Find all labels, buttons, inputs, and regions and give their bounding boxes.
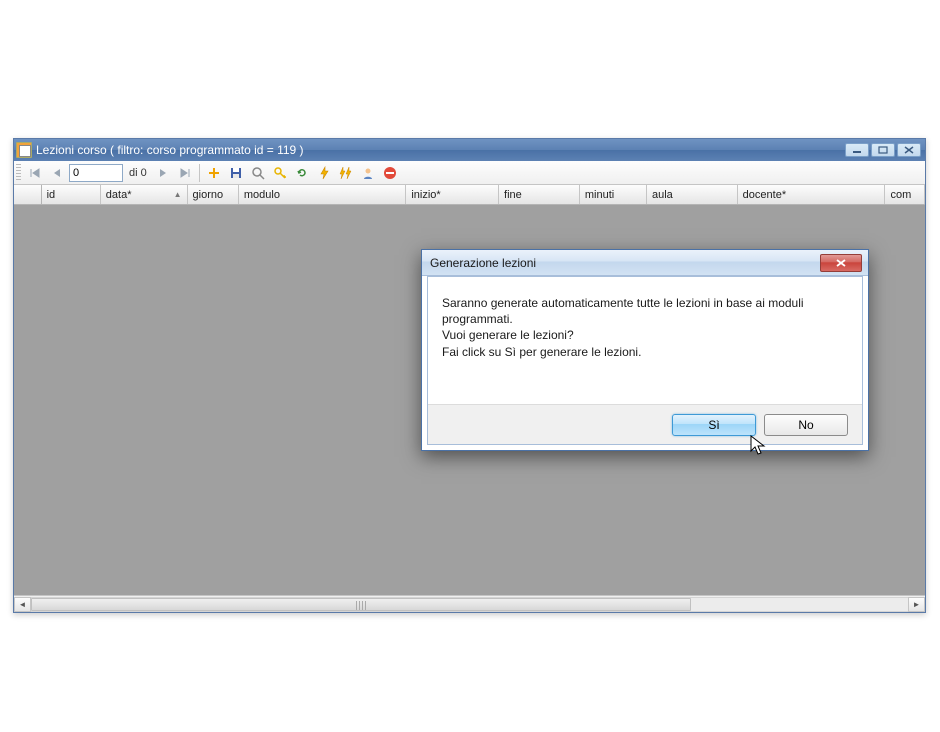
scroll-right-arrow[interactable]: ► bbox=[908, 597, 925, 612]
search-icon[interactable] bbox=[248, 163, 268, 183]
column-header-inizio*[interactable]: inizio* bbox=[406, 185, 499, 204]
dialog-close-button[interactable] bbox=[820, 254, 862, 272]
first-record-button[interactable] bbox=[25, 163, 45, 183]
record-number-input[interactable] bbox=[69, 164, 123, 182]
dialog-text-line2: Vuoi generare le lezioni? bbox=[442, 327, 848, 343]
row-header-corner[interactable] bbox=[14, 185, 42, 204]
dialog-text-line1: Saranno generate automaticamente tutte l… bbox=[442, 295, 848, 327]
scroll-thumb[interactable] bbox=[31, 598, 691, 611]
scroll-left-arrow[interactable]: ◄ bbox=[14, 597, 31, 612]
user-icon[interactable] bbox=[358, 163, 378, 183]
no-button-label: No bbox=[798, 418, 813, 432]
app-icon bbox=[16, 142, 32, 158]
column-header-docente*[interactable]: docente* bbox=[738, 185, 886, 204]
column-header-aula[interactable]: aula bbox=[647, 185, 738, 204]
column-header-data*[interactable]: data*▲ bbox=[101, 185, 188, 204]
horizontal-scrollbar[interactable]: ◄ ► bbox=[14, 595, 925, 612]
yes-button-label: Sì bbox=[708, 418, 719, 432]
column-header-minuti[interactable]: minuti bbox=[580, 185, 647, 204]
last-record-button[interactable] bbox=[175, 163, 195, 183]
lightning-multi-icon[interactable] bbox=[336, 163, 356, 183]
dialog-footer: Sì No bbox=[428, 404, 862, 444]
dialog-text-line3: Fai click su Sì per generare le lezioni. bbox=[442, 344, 848, 360]
window-title: Lezioni corso ( filtro: corso programmat… bbox=[36, 143, 304, 157]
no-button[interactable]: No bbox=[764, 414, 848, 436]
add-button[interactable] bbox=[204, 163, 224, 183]
column-header-com[interactable]: com bbox=[885, 185, 925, 204]
grid-header-row: iddata*▲giornomoduloinizio*fineminutiaul… bbox=[14, 185, 925, 205]
dialog-title: Generazione lezioni bbox=[430, 256, 536, 270]
dialog-generazione-lezioni: Generazione lezioni Saranno generate aut… bbox=[421, 249, 869, 451]
column-header-giorno[interactable]: giorno bbox=[188, 185, 239, 204]
scroll-track[interactable] bbox=[31, 597, 908, 612]
delete-button[interactable] bbox=[380, 163, 400, 183]
titlebar: Lezioni corso ( filtro: corso programmat… bbox=[14, 139, 925, 161]
next-record-button[interactable] bbox=[153, 163, 173, 183]
toolbar-grip bbox=[16, 164, 21, 182]
column-header-id[interactable]: id bbox=[42, 185, 101, 204]
toolbar: di 0 bbox=[14, 161, 925, 185]
key-icon[interactable] bbox=[270, 163, 290, 183]
yes-button[interactable]: Sì bbox=[672, 414, 756, 436]
close-button[interactable] bbox=[897, 143, 921, 157]
dialog-inner: Saranno generate automaticamente tutte l… bbox=[427, 276, 863, 445]
dialog-body: Saranno generate automaticamente tutte l… bbox=[428, 277, 862, 404]
column-header-modulo[interactable]: modulo bbox=[239, 185, 406, 204]
lightning-icon[interactable] bbox=[314, 163, 334, 183]
prev-record-button[interactable] bbox=[47, 163, 67, 183]
record-total-label: di 0 bbox=[125, 167, 151, 179]
minimize-button[interactable] bbox=[845, 143, 869, 157]
maximize-button[interactable] bbox=[871, 143, 895, 157]
refresh-icon[interactable] bbox=[292, 163, 312, 183]
column-header-fine[interactable]: fine bbox=[499, 185, 580, 204]
save-button[interactable] bbox=[226, 163, 246, 183]
dialog-titlebar: Generazione lezioni bbox=[422, 250, 868, 276]
